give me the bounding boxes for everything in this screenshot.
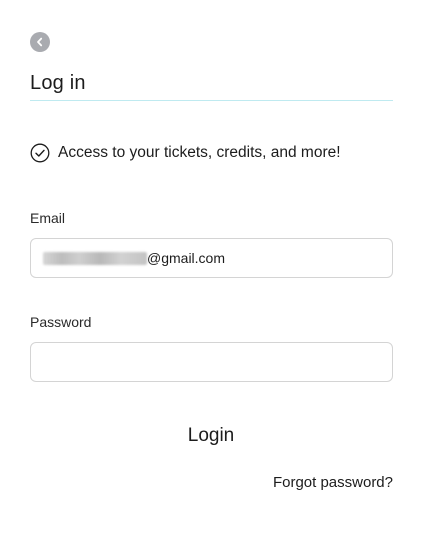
page-title: Log in — [30, 72, 86, 94]
password-label: Password — [30, 314, 92, 330]
forgot-password-link[interactable]: Forgot password? — [273, 474, 393, 492]
check-circle-icon — [30, 143, 50, 163]
login-benefit-notice: Access to your tickets, credits, and mor… — [30, 142, 341, 164]
password-field[interactable] — [31, 343, 392, 381]
back-button[interactable] — [30, 32, 50, 52]
chevron-left-icon — [37, 37, 43, 47]
email-label: Email — [30, 210, 66, 226]
login-button[interactable]: Login — [150, 420, 272, 452]
password-field-container — [30, 342, 393, 382]
email-field-container — [30, 238, 393, 278]
notice-text: Access to your tickets, credits, and mor… — [58, 144, 341, 161]
title-divider — [30, 100, 393, 101]
email-field[interactable] — [31, 239, 392, 277]
